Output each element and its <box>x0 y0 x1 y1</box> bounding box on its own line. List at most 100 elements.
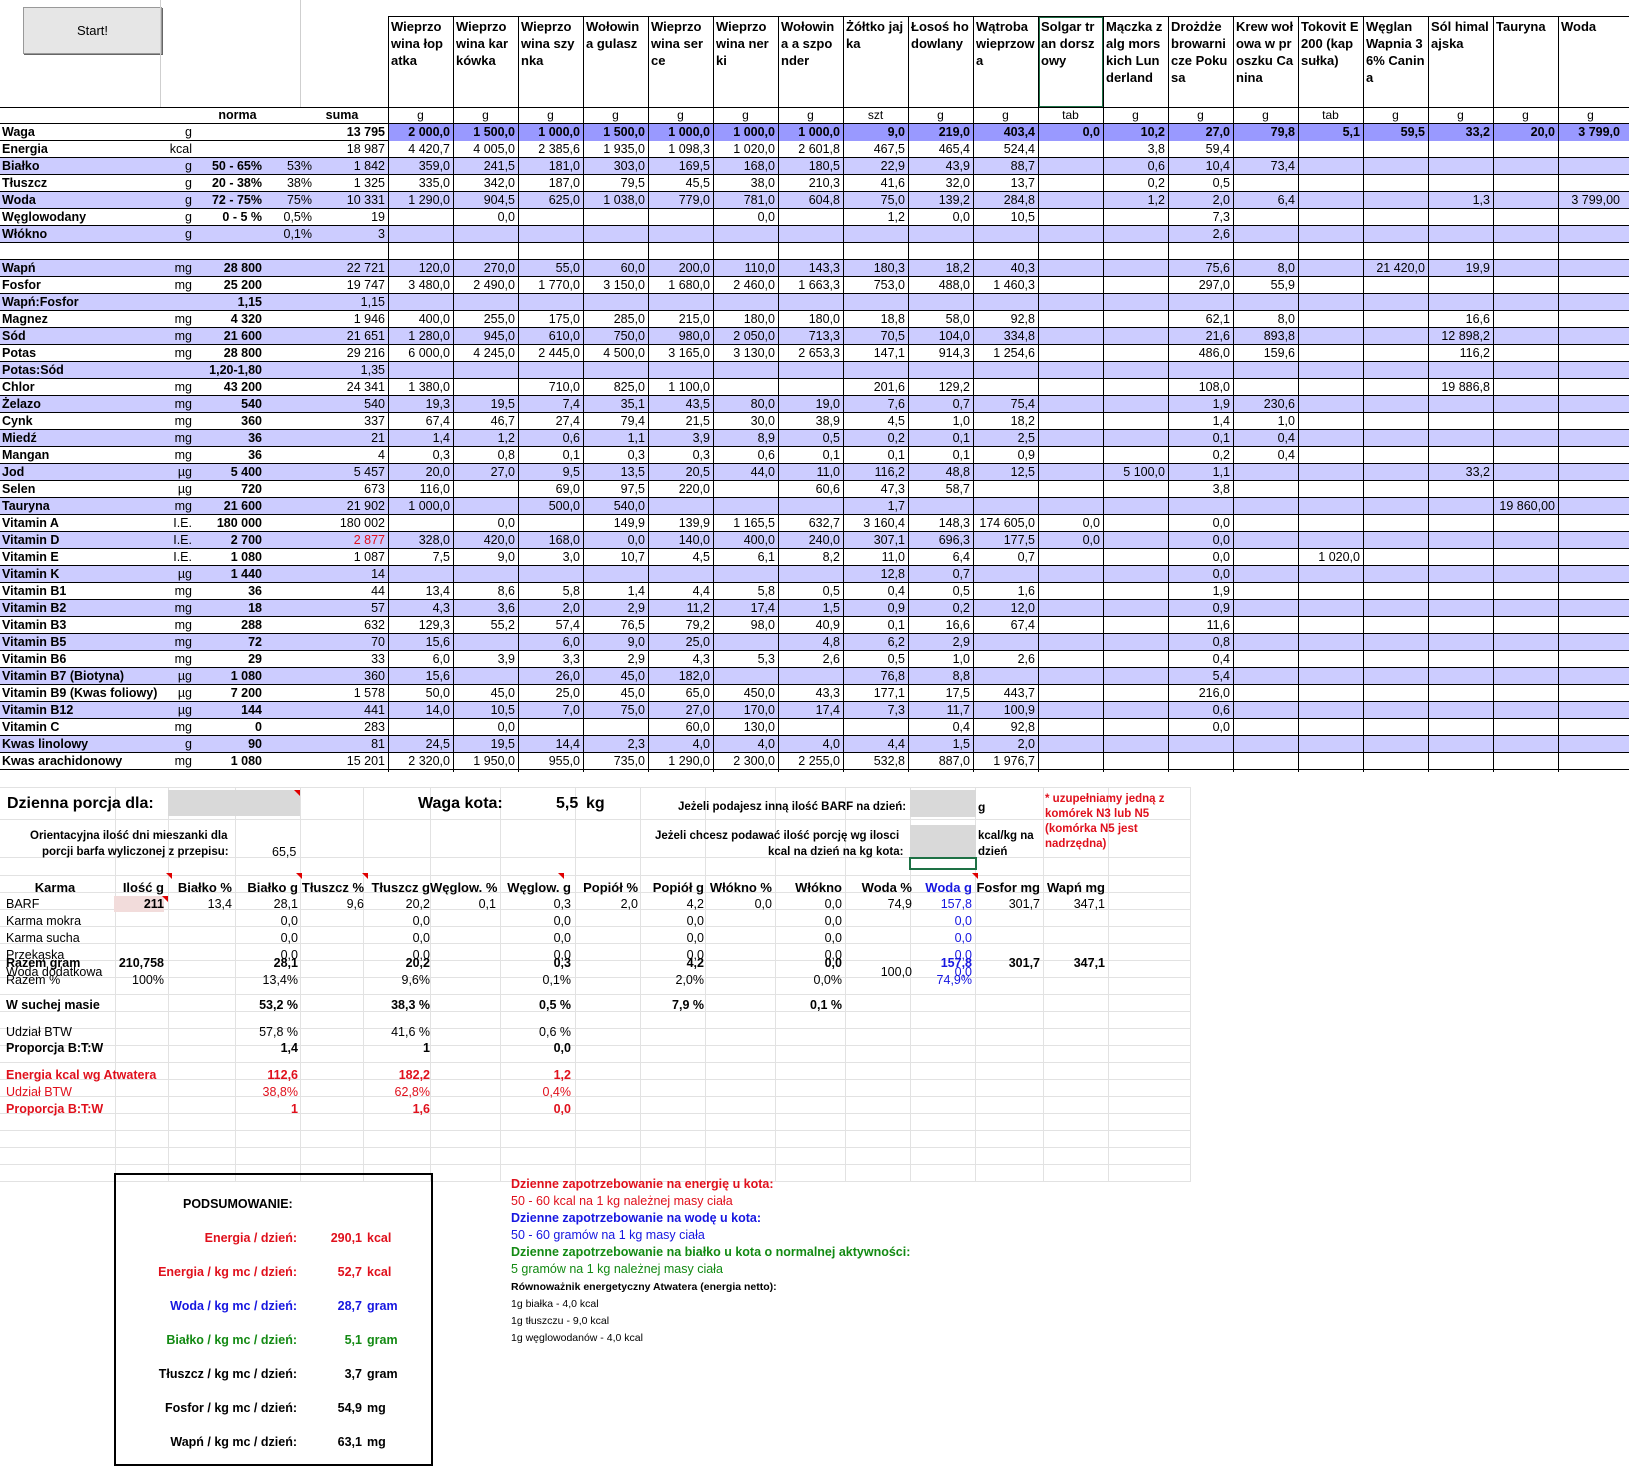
nutrient-value[interactable]: 139,2 <box>908 192 973 209</box>
nutrient-value[interactable]: 215,0 <box>648 311 713 328</box>
nutrient-value[interactable]: 19,9 <box>1428 260 1493 277</box>
nutrient-value[interactable]: 2 653,3 <box>778 345 843 362</box>
nutrient-value[interactable]: 5,8 <box>518 583 583 600</box>
nutrient-value[interactable]: 443,7 <box>973 685 1038 702</box>
nutrient-value[interactable]: 1 770,0 <box>518 277 583 294</box>
nutrient-value[interactable]: 1 165,5 <box>713 515 778 532</box>
nutrient-value[interactable]: 19,3 <box>388 396 453 413</box>
nutrient-value[interactable]: 0,7 <box>908 396 973 413</box>
nutrient-value[interactable]: 500,0 <box>518 498 583 515</box>
nutrient-value[interactable]: 9,0 <box>843 124 908 141</box>
nutrient-value[interactable]: 359,0 <box>388 158 453 175</box>
nutrient-value[interactable]: 4,0 <box>713 736 778 753</box>
nutrient-value[interactable]: 15,6 <box>388 634 453 651</box>
nutrient-value[interactable]: 21,6 <box>1168 328 1233 345</box>
nutrient-value[interactable]: 3,0 <box>518 549 583 566</box>
nutrient-value[interactable]: 1 935,0 <box>583 141 648 158</box>
nutrient-value[interactable]: 18,2 <box>908 260 973 277</box>
nutrient-value[interactable]: 168,0 <box>518 532 583 549</box>
nutrient-value[interactable]: 108,0 <box>1168 379 1233 396</box>
ingredient-header[interactable]: Wątroba wieprzowa <box>973 16 1038 108</box>
nutrient-value[interactable]: 75,4 <box>973 396 1038 413</box>
nutrient-value[interactable]: 98,0 <box>713 617 778 634</box>
nutrient-value[interactable]: 18,8 <box>843 311 908 328</box>
nutrient-value[interactable]: 180,0 <box>778 311 843 328</box>
nutrient-value[interactable]: 1,4 <box>1168 413 1233 430</box>
nutrient-value[interactable]: 710,0 <box>518 379 583 396</box>
nutrient-value[interactable]: 4,5 <box>648 549 713 566</box>
waga-kota-value[interactable]: 5,5 <box>556 796 578 812</box>
nutrient-value[interactable]: 33,2 <box>1428 124 1493 141</box>
nutrient-value[interactable]: 48,8 <box>908 464 973 481</box>
nutrient-value[interactable]: 713,3 <box>778 328 843 345</box>
nutrient-value[interactable]: 230,6 <box>1233 396 1298 413</box>
nutrient-value[interactable]: 400,0 <box>388 311 453 328</box>
nutrient-value[interactable]: 1 500,0 <box>453 124 518 141</box>
nutrient-value[interactable]: 4 420,7 <box>388 141 453 158</box>
nutrient-value[interactable]: 100,9 <box>973 702 1038 719</box>
karma-value[interactable]: 211 <box>114 896 164 912</box>
nutrient-value[interactable]: 0,1 <box>1168 430 1233 447</box>
nutrient-value[interactable]: 240,0 <box>778 532 843 549</box>
nutrient-value[interactable]: 2 050,0 <box>713 328 778 345</box>
ingredient-header[interactable]: Drożdże browarnicze Pokusa <box>1168 16 1233 108</box>
nutrient-value[interactable]: 55,2 <box>453 617 518 634</box>
ingredient-header[interactable]: Żółtko jajka <box>843 16 908 108</box>
nutrient-value[interactable]: 2,6 <box>973 651 1038 668</box>
nutrient-value[interactable]: 43,9 <box>908 158 973 175</box>
nutrient-value[interactable]: 59,5 <box>1363 124 1428 141</box>
nutrient-value[interactable]: 76,8 <box>843 668 908 685</box>
nutrient-value[interactable]: 27,0 <box>648 702 713 719</box>
nutrient-value[interactable]: 10,5 <box>453 702 518 719</box>
nutrient-value[interactable]: 6,4 <box>908 549 973 566</box>
nutrient-value[interactable]: 62,1 <box>1168 311 1233 328</box>
nutrient-value[interactable]: 60,6 <box>778 481 843 498</box>
nutrient-value[interactable]: 181,0 <box>518 158 583 175</box>
nutrient-value[interactable]: 0,0 <box>1038 515 1103 532</box>
nutrient-value[interactable]: 7,3 <box>1168 209 1233 226</box>
nutrient-value[interactable]: 0,0 <box>1168 566 1233 583</box>
nutrient-value[interactable]: 2,9 <box>908 634 973 651</box>
ingredient-header[interactable]: Sól himalajska <box>1428 16 1493 108</box>
nutrient-value[interactable]: 6,2 <box>843 634 908 651</box>
nutrient-value[interactable]: 5,4 <box>1168 668 1233 685</box>
nutrient-value[interactable]: 0,7 <box>908 566 973 583</box>
nutrient-value[interactable]: 0,0 <box>1038 532 1103 549</box>
nutrient-value[interactable]: 1,4 <box>583 583 648 600</box>
nutrient-value[interactable]: 201,6 <box>843 379 908 396</box>
nutrient-value[interactable]: 60,0 <box>583 260 648 277</box>
nutrient-value[interactable]: 7,5 <box>388 549 453 566</box>
nutrient-value[interactable]: 4 005,0 <box>453 141 518 158</box>
nutrient-value[interactable]: 255,0 <box>453 311 518 328</box>
nutrient-value[interactable]: 40,9 <box>778 617 843 634</box>
nutrient-value[interactable]: 79,5 <box>583 175 648 192</box>
nutrient-value[interactable]: 2 000,0 <box>388 124 453 141</box>
nutrient-value[interactable]: 10,5 <box>973 209 1038 226</box>
nutrient-value[interactable]: 11,6 <box>1168 617 1233 634</box>
nutrient-value[interactable]: 11,2 <box>648 600 713 617</box>
nutrient-value[interactable]: 2 601,8 <box>778 141 843 158</box>
nutrient-value[interactable]: 0,8 <box>453 447 518 464</box>
nutrient-value[interactable]: 781,0 <box>713 192 778 209</box>
nutrient-value[interactable]: 1,0 <box>908 651 973 668</box>
nutrient-value[interactable]: 58,0 <box>908 311 973 328</box>
nutrient-value[interactable]: 6 000,0 <box>388 345 453 362</box>
nutrient-value[interactable]: 0,3 <box>388 447 453 464</box>
nutrient-value[interactable]: 0,4 <box>1233 447 1298 464</box>
nutrient-value[interactable]: 0,3 <box>583 447 648 464</box>
nutrient-value[interactable]: 32,0 <box>908 175 973 192</box>
nutrient-value[interactable]: 0,2 <box>1103 175 1168 192</box>
nutrient-value[interactable]: 69,0 <box>518 481 583 498</box>
nutrient-value[interactable]: 0,4 <box>843 583 908 600</box>
nutrient-value[interactable]: 18,2 <box>973 413 1038 430</box>
nutrient-value[interactable]: 200,0 <box>648 260 713 277</box>
nutrient-value[interactable]: 116,2 <box>1428 345 1493 362</box>
nutrient-value[interactable]: 43,5 <box>648 396 713 413</box>
nutrient-value[interactable]: 5,3 <box>713 651 778 668</box>
nutrient-value[interactable]: 88,7 <box>973 158 1038 175</box>
nutrient-value[interactable]: 610,0 <box>518 328 583 345</box>
nutrient-value[interactable]: 24,5 <box>388 736 453 753</box>
nutrient-value[interactable]: 13,7 <box>973 175 1038 192</box>
ingredient-header[interactable]: Mączka z alg morskich Lunderland <box>1103 16 1168 108</box>
ingredient-header[interactable]: Krew wołowa w proszku Canina <box>1233 16 1298 108</box>
